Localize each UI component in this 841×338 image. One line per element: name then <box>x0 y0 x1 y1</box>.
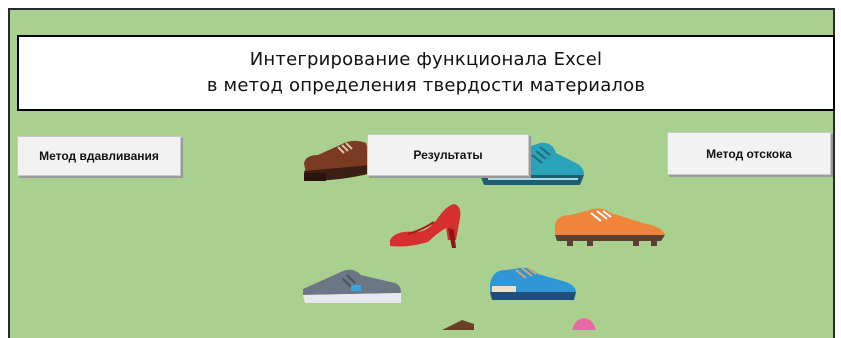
orange-cleat-icon <box>555 208 665 246</box>
rebound-method-button[interactable]: Метод отскока <box>667 132 831 175</box>
gray-sneaker-icon <box>303 269 401 303</box>
results-button[interactable]: Результаты <box>367 134 529 176</box>
brown-oxford-shoe-icon <box>304 140 372 181</box>
pink-shoe-partial-icon <box>572 318 596 330</box>
title-line-2: в метод определения твердости материалов <box>206 75 646 96</box>
brown-shoe-partial-icon <box>442 320 474 330</box>
title-banner: Интегрирование функционала Excel в метод… <box>17 35 835 111</box>
blue-sneaker-icon <box>490 267 576 300</box>
red-high-heel-icon <box>390 204 461 248</box>
indentation-method-button[interactable]: Метод вдавливания <box>17 136 181 176</box>
title-line-1: Интегрирование функционала Excel <box>249 49 603 70</box>
